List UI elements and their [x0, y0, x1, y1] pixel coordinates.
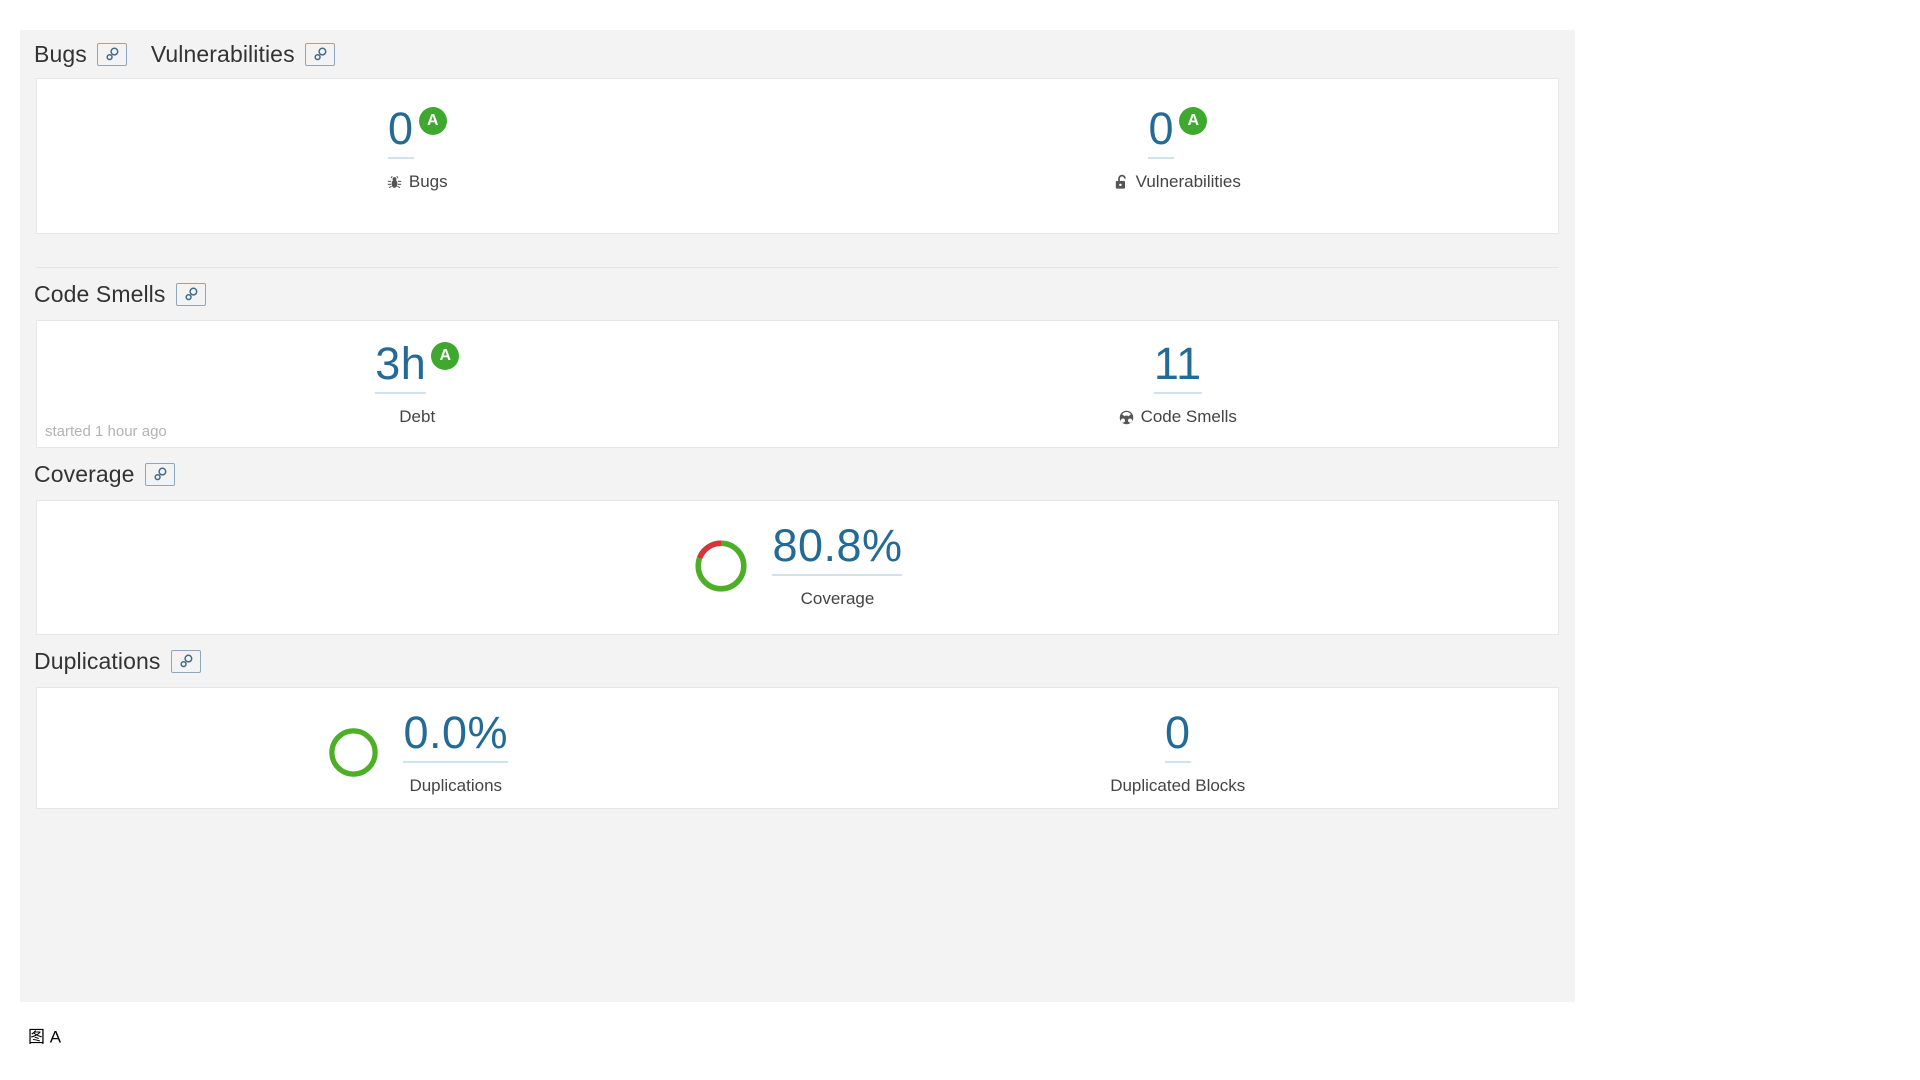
measure-label-duplicated-blocks: Duplicated Blocks — [1110, 776, 1245, 796]
figure-caption: 图 A — [28, 1027, 62, 1047]
link-icon — [184, 287, 197, 300]
measure-value-coverage[interactable]: 80.8% — [772, 522, 902, 570]
measure-label-duplications: Duplications — [403, 776, 508, 796]
link-icon — [179, 654, 192, 667]
measure-label-code-smells: Code Smells — [1119, 407, 1237, 427]
value-wrap: 0 — [1148, 105, 1175, 160]
measure-value-debt[interactable]: 3h — [375, 340, 426, 388]
card-coverage: 80.8% Coverage — [36, 500, 1559, 635]
open-padlock-icon — [1115, 174, 1129, 190]
measure-code-smells[interactable]: 11 Code Smells — [798, 340, 1559, 427]
value-wrap: 3h — [375, 340, 427, 395]
value-underline — [1153, 392, 1202, 395]
measure-label-text: Duplications — [409, 776, 503, 796]
section-title-vulnerabilities: Vulnerabilities — [150, 40, 295, 67]
link-icon — [106, 47, 119, 60]
section-header-code-smells: Code Smells — [20, 268, 1575, 320]
measure-label-debt: Debt — [399, 407, 435, 427]
link-icon-button-vulnerabilities[interactable] — [304, 42, 335, 66]
measure-coverage[interactable]: 80.8% Coverage — [37, 522, 1558, 609]
link-icon — [153, 467, 166, 480]
measure-value-vulnerabilities[interactable]: 0 — [1148, 105, 1174, 153]
rating-badge-bugs[interactable]: A — [418, 107, 447, 135]
measure-label-coverage: Coverage — [772, 589, 902, 609]
code-smell-icon — [1119, 410, 1134, 425]
measure-label-text: Vulnerabilities — [1135, 172, 1241, 192]
measure-label-text: Bugs — [408, 172, 448, 192]
value-underline — [387, 157, 414, 160]
link-icon — [314, 47, 327, 60]
project-measures-panel: Bugs Vulnerabilities 0 A Bugs 0 A Vulner… — [20, 30, 1575, 1002]
coverage-donut-chart — [695, 540, 747, 592]
value-wrap: 0 — [387, 105, 414, 160]
measure-label-bugs: Bugs — [387, 172, 448, 192]
section-header-bugs-vulnerabilities: Bugs Vulnerabilities — [20, 30, 1575, 78]
measure-bugs[interactable]: 0 A Bugs — [37, 105, 798, 192]
value-cluster: 3h A — [375, 340, 460, 395]
measure-label-text: Duplicated Blocks — [1110, 776, 1246, 796]
page-root: Bugs Vulnerabilities 0 A Bugs 0 A Vulner… — [0, 0, 1920, 1080]
value-underline — [375, 392, 427, 395]
value-cluster: 0 A — [1148, 105, 1208, 160]
card-bugs-vulnerabilities: 0 A Bugs 0 A Vulnerabilities — [36, 78, 1559, 234]
value-wrap: 0.0% Duplications — [403, 709, 509, 796]
measure-duplications[interactable]: 0.0% Duplications — [37, 709, 798, 796]
measure-label-vulnerabilities: Vulnerabilities — [1115, 172, 1241, 192]
rating-badge-vulnerabilities[interactable]: A — [1179, 107, 1208, 135]
value-underline — [403, 761, 509, 764]
card-code-smells: 3h A Debt 11 Code Smells started 1 hour … — [36, 320, 1559, 448]
measure-vulnerabilities[interactable]: 0 A Vulnerabilities — [798, 105, 1559, 192]
value-wrap: 80.8% Coverage — [772, 522, 903, 609]
rating-badge-debt[interactable]: A — [431, 342, 460, 370]
measure-value-code-smells[interactable]: 11 — [1154, 340, 1202, 388]
section-title-bugs: Bugs — [34, 40, 87, 67]
duplications-donut-chart — [329, 728, 378, 777]
section-title-code-smells: Code Smells — [34, 280, 166, 307]
value-underline — [1164, 761, 1191, 764]
value-underline — [1148, 157, 1175, 160]
link-icon-button-bugs[interactable] — [96, 42, 127, 66]
measure-label-text: Coverage — [800, 589, 875, 609]
coverage-donut-cluster: 80.8% Coverage — [692, 522, 903, 609]
bug-icon — [387, 175, 402, 190]
measure-duplicated-blocks[interactable]: 0 Duplicated Blocks — [798, 709, 1559, 796]
analysis-note: started 1 hour ago — [45, 423, 167, 440]
value-cluster: 0 A — [387, 105, 447, 160]
card-duplications: 0.0% Duplications 0 Duplicated Blocks — [36, 687, 1559, 809]
value-underline — [772, 574, 903, 577]
measure-value-duplications[interactable]: 0.0% — [403, 709, 508, 757]
value-cluster: 0 — [1164, 709, 1191, 764]
measure-value-duplicated-blocks[interactable]: 0 — [1165, 709, 1191, 757]
measure-debt[interactable]: 3h A Debt — [37, 340, 798, 427]
value-wrap: 0 — [1164, 709, 1191, 764]
value-cluster: 11 — [1153, 340, 1202, 395]
value-wrap: 11 — [1153, 340, 1202, 395]
measure-label-text: Debt — [399, 407, 436, 427]
duplications-donut-cluster: 0.0% Duplications — [326, 709, 509, 796]
measure-label-text: Code Smells — [1140, 407, 1237, 427]
link-icon-button-code-smells[interactable] — [175, 282, 206, 306]
measure-value-bugs[interactable]: 0 — [388, 105, 414, 153]
